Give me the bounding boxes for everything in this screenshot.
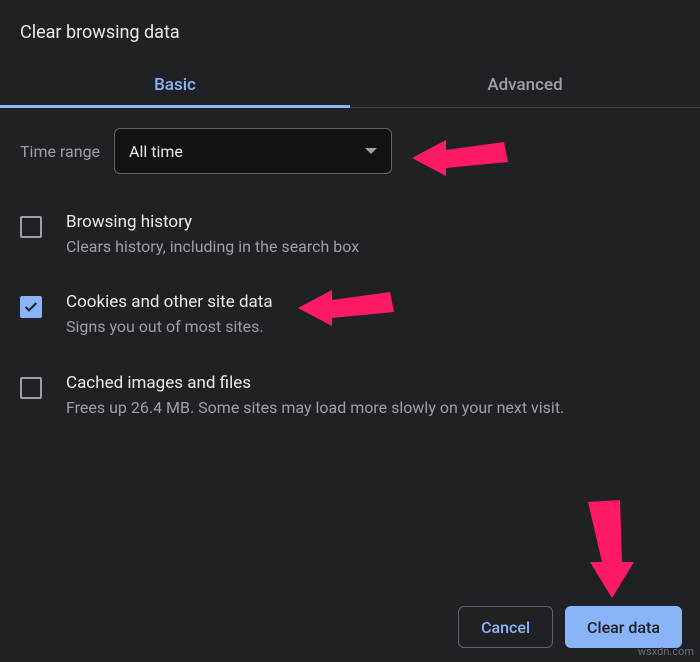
option-text: Cached images and files Frees up 26.4 MB… — [66, 373, 680, 419]
time-range-label: Time range — [20, 142, 100, 161]
check-icon — [23, 299, 39, 315]
dialog-content: Time range All time Browsing history Cle… — [0, 108, 700, 441]
option-title: Cookies and other site data — [66, 292, 680, 312]
tab-basic[interactable]: Basic — [0, 61, 350, 107]
clear-data-button[interactable]: Clear data — [565, 606, 682, 648]
chevron-down-icon — [365, 148, 377, 154]
tab-advanced[interactable]: Advanced — [350, 61, 700, 107]
option-text: Cookies and other site data Signs you ou… — [66, 292, 680, 338]
watermark: wsxdn.com — [638, 645, 694, 658]
option-browsing-history: Browsing history Clears history, includi… — [20, 200, 680, 280]
option-title: Browsing history — [66, 212, 680, 232]
time-range-value: All time — [129, 142, 183, 161]
dialog-footer: Cancel Clear data — [458, 606, 682, 648]
option-desc: Clears history, including in the search … — [66, 236, 680, 258]
option-cookies: Cookies and other site data Signs you ou… — [20, 280, 680, 360]
checkbox-browsing-history[interactable] — [20, 216, 42, 238]
annotation-arrow-icon — [572, 498, 652, 598]
option-text: Browsing history Clears history, includi… — [66, 212, 680, 258]
tabs: Basic Advanced — [0, 61, 700, 108]
cancel-button[interactable]: Cancel — [458, 606, 553, 648]
time-range-select[interactable]: All time — [114, 128, 392, 174]
time-range-row: Time range All time — [20, 128, 680, 174]
dialog-title: Clear browsing data — [0, 0, 700, 61]
checkbox-cached[interactable] — [20, 377, 42, 399]
option-title: Cached images and files — [66, 373, 680, 393]
checkbox-cookies[interactable] — [20, 296, 42, 318]
option-cached: Cached images and files Frees up 26.4 MB… — [20, 361, 680, 441]
option-desc: Frees up 26.4 MB. Some sites may load mo… — [66, 397, 680, 419]
option-desc: Signs you out of most sites. — [66, 316, 680, 338]
